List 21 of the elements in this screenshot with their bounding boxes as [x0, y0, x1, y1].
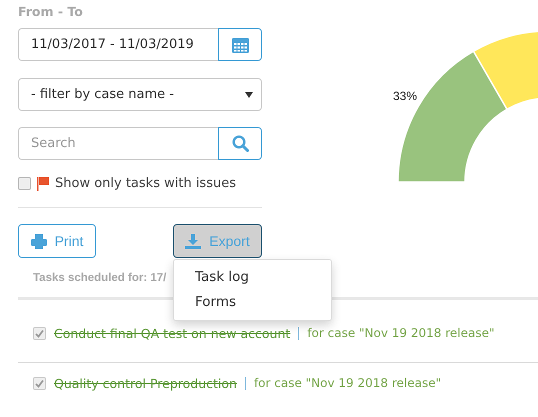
- date-range-field[interactable]: 11/03/2017 - 11/03/2019: [18, 28, 218, 61]
- menu-item[interactable]: Forms: [174, 290, 331, 315]
- flag-icon: [37, 176, 49, 190]
- issues-checkbox-label: Show only tasks with issues: [55, 176, 236, 191]
- calendar-button[interactable]: [218, 28, 262, 61]
- search-field[interactable]: Search: [18, 127, 218, 160]
- search-icon: [232, 135, 248, 152]
- search-button[interactable]: [218, 127, 262, 160]
- task-case: for case "Nov 19 2018 release": [307, 326, 494, 340]
- calendar-icon: [232, 36, 248, 52]
- task-checkbox[interactable]: [33, 326, 46, 340]
- date-range-label: From - To: [18, 4, 84, 20]
- tasks-heading: Tasks scheduled for: 17/: [33, 272, 166, 286]
- download-icon: [185, 234, 202, 248]
- caret-icon: [245, 92, 253, 98]
- issues-checkbox[interactable]: [18, 177, 31, 190]
- percent-label: 33%: [393, 89, 418, 103]
- task-checkbox[interactable]: [33, 376, 46, 390]
- menu-item[interactable]: Task log: [174, 265, 331, 290]
- case-filter-select[interactable]: - filter by case name -: [18, 78, 262, 111]
- task-case: for case "Nov 19 2018 release": [254, 376, 442, 390]
